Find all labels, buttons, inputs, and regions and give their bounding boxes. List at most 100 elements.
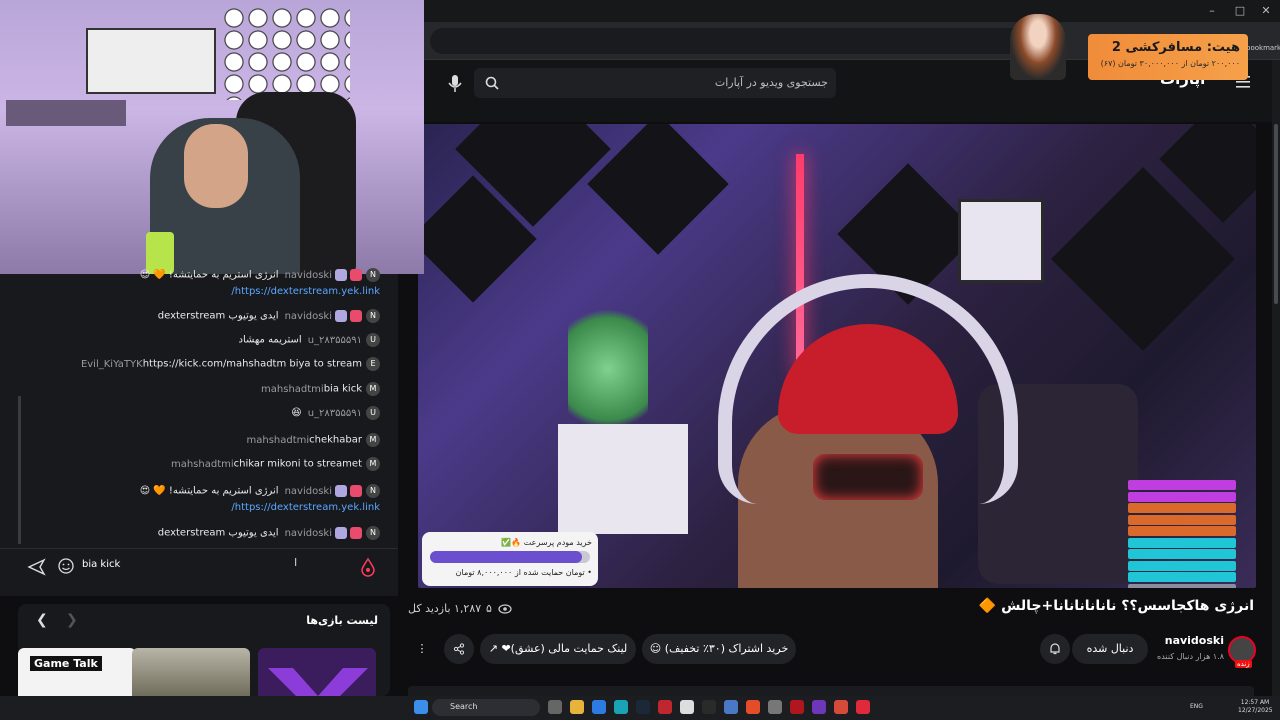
chat-username[interactable]: u_۲۸۳۵۵۵۹۱ bbox=[308, 335, 362, 346]
page-scrollbar-thumb[interactable] bbox=[1274, 124, 1278, 304]
more-options-button[interactable]: ⋮ bbox=[408, 634, 436, 664]
start-icon[interactable] bbox=[414, 700, 428, 714]
chat-message: E Evil_KiYaTYKhttps://kick.com/mahshadtm … bbox=[20, 357, 380, 377]
url-field[interactable] bbox=[430, 28, 1030, 54]
subscribe-label: خرید اشتراک (۳۰٪ تخفیف) bbox=[664, 642, 789, 655]
chat-avatar[interactable]: N bbox=[366, 526, 380, 540]
chat-avatar[interactable]: M bbox=[366, 433, 380, 447]
chat-avatar[interactable]: N bbox=[366, 484, 380, 498]
clock-date[interactable]: 12/27/2025 bbox=[1238, 707, 1273, 714]
wall-poster bbox=[86, 28, 216, 94]
share-icon bbox=[453, 643, 465, 655]
chat-avatar[interactable]: E bbox=[366, 357, 380, 371]
chat-username[interactable]: navidoski bbox=[285, 270, 332, 281]
app-icon[interactable] bbox=[834, 700, 848, 714]
chat-message: Nnavidoski انرژی استریم به حمایتشه! 🧡 😍 bbox=[20, 268, 380, 288]
more-vertical-icon: ⋮ bbox=[416, 642, 428, 655]
view-count: ۱,۲۸۷ بازدید کل bbox=[408, 602, 482, 615]
chat-scrollbar[interactable] bbox=[18, 396, 21, 544]
donate-link-button[interactable]: لینک حمایت مالی (عشق)❤ ↗ bbox=[480, 634, 636, 664]
chat-message: Mmahshadtmibia kick bbox=[20, 382, 380, 402]
badge-icon bbox=[350, 310, 362, 322]
chat-avatar[interactable]: M bbox=[366, 382, 380, 396]
chat-link[interactable]: https://dexterstream.yek.link/ bbox=[231, 286, 380, 297]
chat-message: Uu_۲۸۳۵۵۵۹۱ استریمه مهشاد bbox=[20, 333, 380, 353]
chat-message: https://dexterstream.yek.link/ bbox=[20, 502, 380, 522]
chat-text: bia kick bbox=[323, 383, 362, 395]
chat-text: https://kick.com/mahshadtm biya to strea… bbox=[142, 358, 362, 370]
chat-text: chekhabar bbox=[309, 434, 362, 446]
chat-avatar[interactable]: M bbox=[366, 457, 380, 471]
close-button[interactable]: ✕ bbox=[1254, 3, 1278, 19]
app-icon[interactable] bbox=[790, 700, 804, 714]
donate-label: لینک حمایت مالی (عشق)❤ bbox=[501, 642, 628, 655]
text-cursor-icon: I bbox=[294, 556, 298, 569]
emoji-icon[interactable] bbox=[57, 557, 75, 575]
chat-avatar[interactable]: N bbox=[366, 268, 380, 282]
search-icon[interactable] bbox=[484, 75, 500, 91]
game-logo bbox=[268, 668, 368, 698]
minimize-button[interactable]: – bbox=[1200, 3, 1224, 19]
chat-avatar[interactable]: U bbox=[366, 406, 380, 420]
store-icon[interactable] bbox=[724, 700, 738, 714]
chat-avatar[interactable]: N bbox=[366, 309, 380, 323]
video-player[interactable]: خرید مودم پرسرعت 🔥✅ • تومان حمایت شده از… bbox=[418, 124, 1256, 588]
donor-row bbox=[1128, 560, 1236, 571]
like-count: ۵ bbox=[486, 602, 492, 615]
live-badge: زنده bbox=[1235, 660, 1252, 668]
chat-username[interactable]: navidoski bbox=[285, 486, 332, 497]
app-icon[interactable] bbox=[658, 700, 672, 714]
file-explorer-icon[interactable] bbox=[570, 700, 584, 714]
rider-icon[interactable] bbox=[812, 700, 826, 714]
chat-avatar[interactable]: U bbox=[366, 333, 380, 347]
notepad-icon[interactable] bbox=[680, 700, 694, 714]
chevron-right-icon[interactable]: ❯ bbox=[66, 612, 78, 628]
chat-username[interactable]: navidoski bbox=[285, 311, 332, 322]
chevron-left-icon[interactable]: ❮ bbox=[36, 612, 48, 628]
chat-username[interactable]: u_۲۸۳۵۵۵۹۱ bbox=[308, 408, 362, 419]
terminal-icon[interactable] bbox=[702, 700, 716, 714]
microphone-icon[interactable] bbox=[444, 70, 466, 96]
chat-username[interactable]: mahshadtmi bbox=[171, 459, 234, 470]
follow-button[interactable]: دنبال شده bbox=[1072, 634, 1148, 664]
chat-username[interactable]: mahshadtmi bbox=[261, 384, 324, 395]
steam-icon[interactable] bbox=[636, 700, 650, 714]
chat-message: Nnavidoski انرژی استریم به حمایتشه! 🧡 😍 bbox=[20, 484, 380, 504]
chat-message: https://dexterstream.yek.link/ bbox=[20, 286, 380, 306]
obs-icon[interactable] bbox=[768, 700, 782, 714]
alert-character bbox=[1010, 14, 1066, 80]
channel-name[interactable]: navidoski bbox=[1150, 634, 1224, 647]
chat-link[interactable]: https://dexterstream.yek.link/ bbox=[231, 502, 380, 513]
acoustic-panel bbox=[587, 124, 729, 255]
share-button[interactable] bbox=[444, 634, 474, 664]
youtube-icon[interactable] bbox=[856, 700, 870, 714]
language-indicator[interactable]: ENG bbox=[1190, 703, 1203, 710]
wall-frame bbox=[958, 199, 1044, 283]
subscribe-button[interactable]: خرید اشتراک (۳۰٪ تخفیف) ☺ bbox=[642, 634, 796, 664]
donor-row bbox=[1128, 480, 1236, 490]
streamer-face bbox=[184, 124, 248, 208]
chat-username[interactable]: Evil_KiYaTYK bbox=[81, 359, 143, 370]
donation-progress-fill bbox=[430, 551, 582, 563]
task-view-icon[interactable] bbox=[548, 700, 562, 714]
send-icon[interactable] bbox=[26, 557, 46, 577]
chrome-icon[interactable] bbox=[746, 700, 760, 714]
chat-message: Uu_۲۸۳۵۵۵۹۱ 😆 bbox=[20, 406, 380, 426]
bookmarks-label[interactable]: bookmarks bbox=[1246, 44, 1280, 52]
game-card[interactable] bbox=[258, 648, 376, 698]
maximize-button[interactable]: □ bbox=[1228, 3, 1252, 19]
drop-icon[interactable] bbox=[360, 557, 376, 577]
game-card[interactable] bbox=[132, 648, 250, 698]
mail-icon[interactable] bbox=[592, 700, 606, 714]
edge-icon[interactable] bbox=[614, 700, 628, 714]
clock-time[interactable]: 12:57 AM bbox=[1238, 699, 1272, 706]
notification-bell-button[interactable] bbox=[1040, 634, 1070, 664]
game-card[interactable]: Game Talk bbox=[18, 648, 136, 698]
chat-text: chikar mikoni to streamet bbox=[233, 458, 362, 470]
chat-username[interactable]: mahshadtmi bbox=[246, 435, 309, 446]
chat-username[interactable]: navidoski bbox=[285, 528, 332, 539]
hexagon-lights bbox=[222, 6, 350, 100]
taskbar-search[interactable] bbox=[432, 699, 540, 716]
user-icon: ☺ bbox=[649, 642, 662, 655]
chat-input[interactable]: bia kick bbox=[82, 559, 120, 570]
